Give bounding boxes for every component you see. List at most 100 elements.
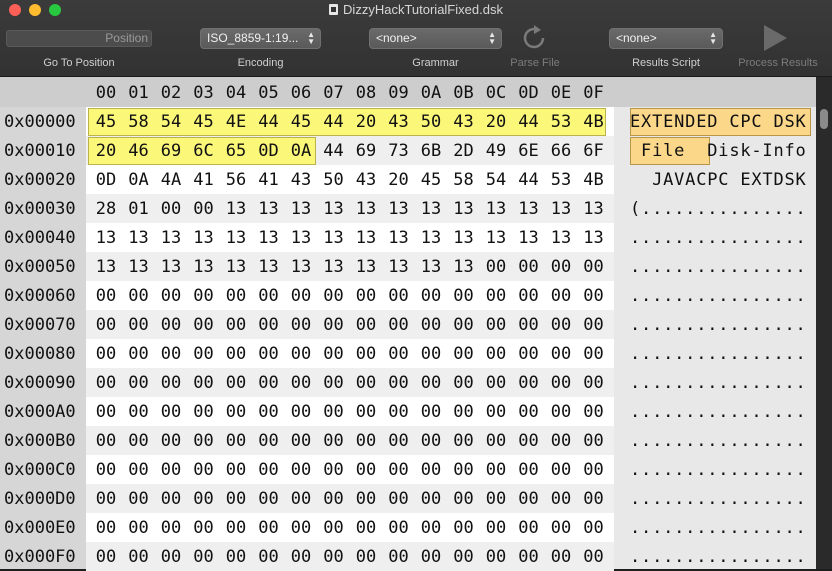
hex-byte[interactable]: 00 (351, 286, 381, 306)
hex-byte[interactable]: 13 (221, 257, 251, 277)
hex-byte[interactable]: 00 (514, 431, 544, 451)
hex-byte[interactable]: 00 (384, 431, 414, 451)
hex-byte[interactable]: 00 (351, 373, 381, 393)
hex-byte[interactable]: 28 (91, 199, 121, 219)
hex-byte[interactable]: 13 (124, 228, 154, 248)
hex-byte[interactable]: 00 (481, 489, 511, 509)
hex-byte[interactable]: 00 (221, 460, 251, 480)
hex-byte[interactable]: 20 (384, 170, 414, 190)
hex-byte[interactable]: 00 (221, 286, 251, 306)
hex-byte[interactable]: 00 (351, 460, 381, 480)
hex-byte[interactable]: 13 (91, 257, 121, 277)
hex-byte[interactable]: 00 (546, 286, 576, 306)
hex-byte[interactable]: 13 (546, 199, 576, 219)
hex-byte[interactable]: 13 (286, 257, 316, 277)
hex-byte[interactable]: 00 (449, 373, 479, 393)
hex-byte[interactable]: 00 (579, 257, 609, 277)
hex-byte[interactable]: 00 (91, 315, 121, 335)
hex-byte[interactable]: 00 (579, 373, 609, 393)
hex-byte[interactable]: 58 (449, 170, 479, 190)
hex-byte[interactable]: 00 (579, 402, 609, 422)
hex-byte[interactable]: 13 (189, 228, 219, 248)
hex-byte[interactable]: 50 (319, 170, 349, 190)
hex-byte[interactable]: 00 (156, 489, 186, 509)
hex-byte[interactable]: 00 (156, 373, 186, 393)
hex-byte[interactable]: 00 (319, 431, 349, 451)
hex-byte[interactable]: 00 (91, 431, 121, 451)
hex-byte[interactable]: 4B (579, 112, 609, 132)
hex-byte[interactable]: 43 (384, 112, 414, 132)
hex-byte[interactable]: 00 (124, 489, 154, 509)
hex-byte[interactable]: 00 (351, 344, 381, 364)
hex-byte[interactable]: 00 (416, 547, 446, 567)
hex-byte[interactable]: 13 (481, 199, 511, 219)
hex-byte[interactable]: 00 (286, 489, 316, 509)
hex-byte[interactable]: 00 (579, 315, 609, 335)
ascii-text[interactable]: ................ (630, 460, 810, 480)
ascii-text[interactable]: ................ (630, 286, 810, 306)
hex-byte[interactable]: 00 (91, 286, 121, 306)
hex-byte[interactable]: 41 (254, 170, 284, 190)
hex-byte[interactable]: 00 (91, 344, 121, 364)
hex-byte[interactable]: 00 (319, 489, 349, 509)
reload-icon[interactable] (520, 24, 550, 52)
hex-byte[interactable]: 00 (91, 518, 121, 538)
hex-byte[interactable]: 00 (579, 518, 609, 538)
hex-byte[interactable]: 00 (481, 402, 511, 422)
hex-byte[interactable]: 13 (449, 199, 479, 219)
hex-byte[interactable]: 13 (286, 228, 316, 248)
hex-byte[interactable]: 00 (156, 460, 186, 480)
hex-byte[interactable]: 4A (156, 170, 186, 190)
hex-byte[interactable]: 00 (579, 460, 609, 480)
hex-byte[interactable]: 00 (481, 286, 511, 306)
hex-byte[interactable]: 00 (351, 402, 381, 422)
hex-byte[interactable]: 00 (124, 286, 154, 306)
hex-byte[interactable]: 00 (579, 344, 609, 364)
hex-byte[interactable]: 00 (319, 518, 349, 538)
hex-byte[interactable]: 00 (514, 489, 544, 509)
hex-byte[interactable]: 00 (156, 547, 186, 567)
hex-byte[interactable]: 00 (189, 547, 219, 567)
hex-byte[interactable]: 00 (546, 402, 576, 422)
hex-byte[interactable]: 43 (449, 112, 479, 132)
ascii-text[interactable]: (............... (630, 199, 810, 219)
hex-byte[interactable]: 13 (254, 257, 284, 277)
hex-byte[interactable]: 13 (384, 199, 414, 219)
ascii-text[interactable]: ................ (630, 489, 810, 509)
hex-byte[interactable]: 00 (189, 460, 219, 480)
hex-byte[interactable]: 00 (221, 547, 251, 567)
hex-byte[interactable]: 00 (156, 402, 186, 422)
hex-byte[interactable]: 00 (416, 315, 446, 335)
hex-byte[interactable]: 13 (546, 228, 576, 248)
hex-byte[interactable]: 00 (286, 402, 316, 422)
encoding-popup[interactable]: ISO_8859-1:19... ▲ ▼ (200, 28, 321, 49)
hex-byte[interactable]: 00 (514, 547, 544, 567)
hex-byte[interactable]: 00 (254, 547, 284, 567)
hex-byte[interactable]: 13 (514, 228, 544, 248)
hex-byte[interactable]: 00 (189, 199, 219, 219)
ascii-text[interactable]: ................ (630, 402, 810, 422)
hex-editor[interactable]: 00 01 02 03 04 05 06 07 08 09 0A 0B 0C 0D 0E 0F 0x00000… (0, 77, 832, 571)
hex-byte[interactable]: 00 (416, 460, 446, 480)
hex-byte[interactable]: 13 (384, 257, 414, 277)
hex-byte[interactable]: 58 (124, 112, 154, 132)
hex-byte[interactable]: 00 (221, 373, 251, 393)
hex-byte[interactable]: 00 (449, 344, 479, 364)
ascii-text[interactable]: File Disk-Info (630, 141, 810, 161)
hex-byte[interactable]: 00 (221, 489, 251, 509)
grammar-popup[interactable]: <none> ▲ ▼ (369, 28, 502, 49)
hex-byte[interactable]: 00 (91, 460, 121, 480)
hex-byte[interactable]: 00 (156, 344, 186, 364)
hex-byte[interactable]: 00 (449, 489, 479, 509)
position-input[interactable]: Position (6, 30, 152, 47)
hex-byte[interactable]: 00 (351, 518, 381, 538)
hex-byte[interactable]: 43 (351, 170, 381, 190)
hex-byte[interactable]: 00 (124, 373, 154, 393)
hex-byte[interactable]: 20 (91, 141, 121, 161)
hex-byte[interactable]: 00 (91, 373, 121, 393)
hex-byte[interactable]: 6E (514, 141, 544, 161)
hex-byte[interactable]: 6B (416, 141, 446, 161)
hex-byte[interactable]: 00 (481, 460, 511, 480)
hex-byte[interactable]: 13 (221, 228, 251, 248)
hex-byte[interactable]: 13 (579, 199, 609, 219)
